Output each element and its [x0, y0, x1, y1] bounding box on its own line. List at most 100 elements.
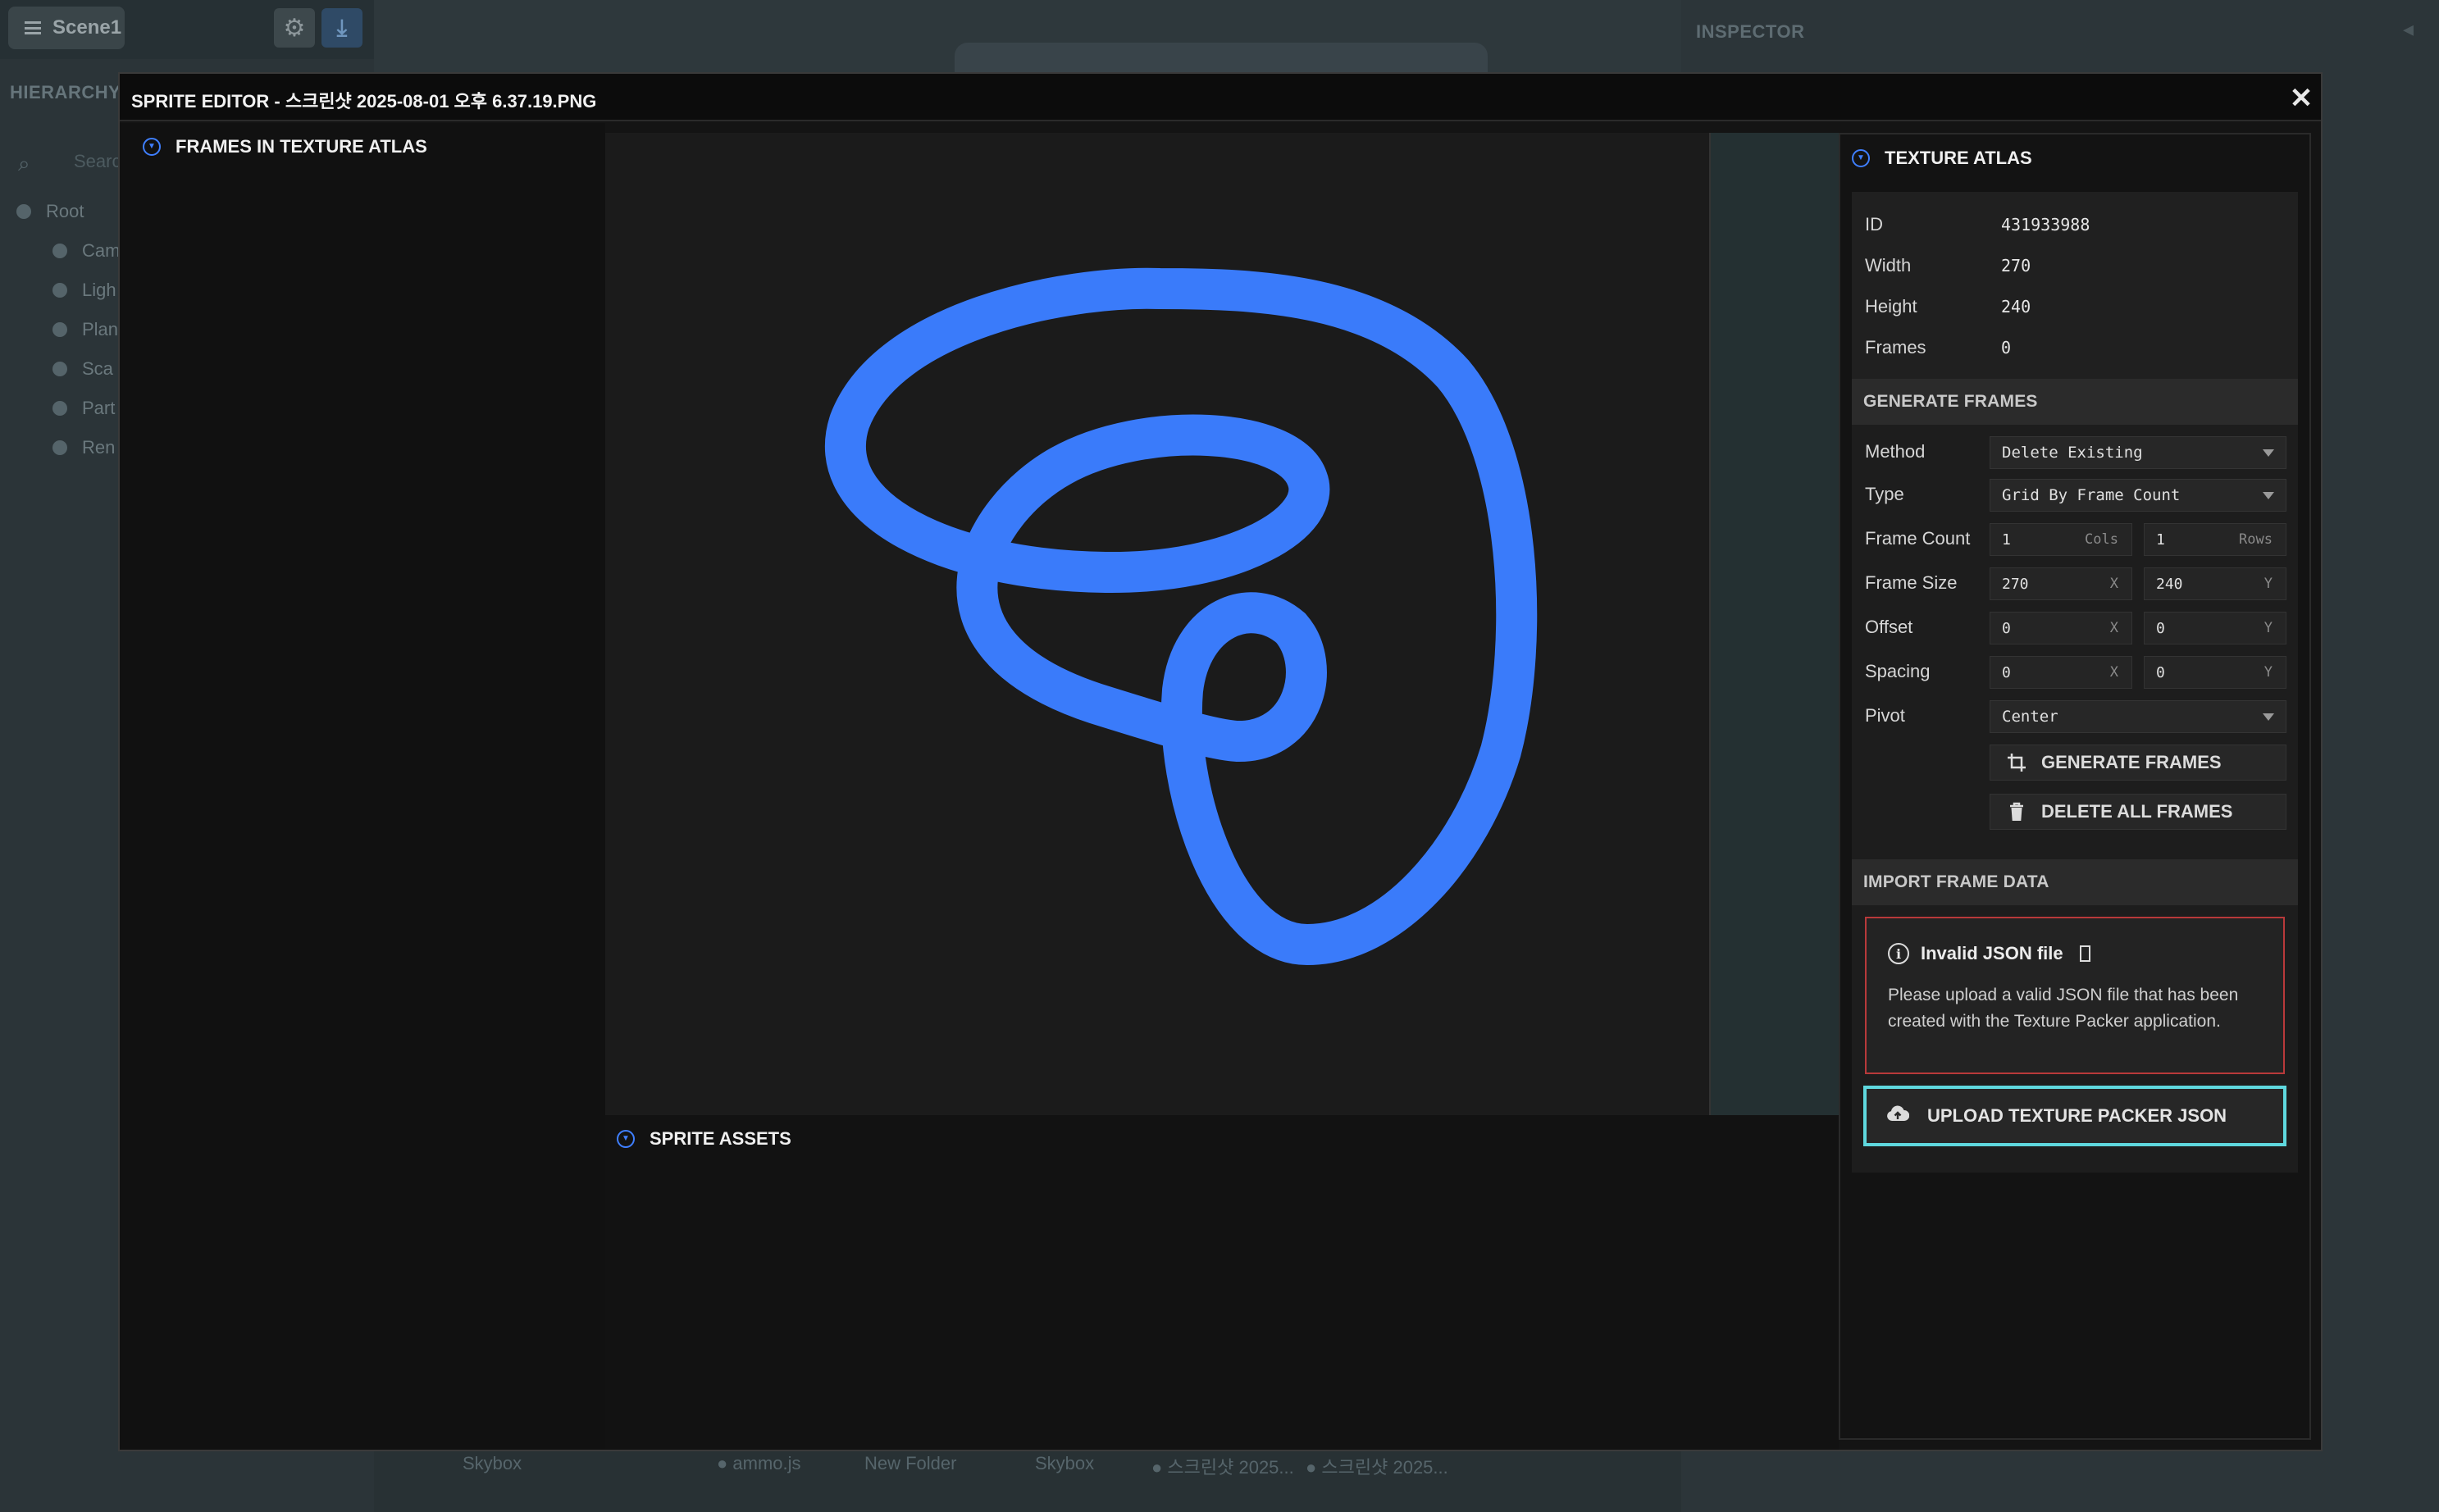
hierarchy-item-root[interactable]: Root [16, 192, 131, 231]
offset-y-input[interactable]: 0 Y [2144, 612, 2286, 644]
error-message: Please upload a valid JSON file that has… [1888, 986, 2239, 1031]
asset-item-skybox-folder[interactable]: Skybox [463, 1453, 522, 1474]
settings-gear-icon[interactable]: ⚙ [274, 8, 315, 48]
error-message-box: i Invalid JSON file Please upload a vali… [1865, 917, 2285, 1074]
frame-size-label: Frame Size [1865, 572, 1958, 593]
scene-button[interactable]: Scene1 [8, 7, 125, 49]
info-icon: i [1888, 943, 1909, 964]
asset-item[interactable]: Skybox [1035, 1453, 1094, 1474]
offset-x-input[interactable]: 0 X [1990, 612, 2132, 644]
search-icon[interactable]: ⌕ [18, 151, 43, 175]
spacing-y-value: 0 [2156, 663, 2165, 681]
error-title: i Invalid JSON file [1888, 943, 2090, 964]
offset-label: Offset [1865, 617, 1913, 637]
frame-size-x-value: 270 [2002, 575, 2029, 593]
type-value: Grid By Frame Count [2002, 486, 2181, 504]
sprite-canvas[interactable] [605, 133, 1711, 1115]
hierarchy-item[interactable]: Part [16, 389, 131, 428]
generate-frames-button[interactable]: GENERATE FRAMES [1990, 745, 2286, 781]
spacing-y-input[interactable]: 0 Y [2144, 656, 2286, 689]
y-suffix: Y [2263, 664, 2273, 681]
caret-down-icon [2263, 449, 2274, 457]
height-value: 240 [2001, 297, 2031, 317]
particle-icon [52, 401, 67, 416]
hierarchy-item[interactable]: Plan [16, 310, 131, 349]
rows-suffix: Rows [2239, 531, 2273, 548]
sprite-assets-panel: ▼ SPRITE ASSETS [605, 1115, 1839, 1450]
info-row-height: Height 240 [1865, 290, 2291, 323]
spacing-x-input[interactable]: 0 X [1990, 656, 2132, 689]
hierarchy-item[interactable]: Ligh [16, 271, 131, 310]
asset-item[interactable]: New Folder [864, 1453, 956, 1474]
canvas-side-margin [1709, 133, 1839, 1115]
hierarchy-item[interactable]: Sca [16, 349, 131, 389]
pivot-select[interactable]: Center [1990, 700, 2286, 733]
upload-texture-packer-json-button[interactable]: UPLOAD TEXTURE PACKER JSON [1863, 1086, 2286, 1146]
sprite-assets-header[interactable]: ▼ SPRITE ASSETS [617, 1128, 791, 1150]
hierarchy-item[interactable]: Ren [16, 428, 131, 467]
frame-count-label: Frame Count [1865, 528, 1971, 549]
info-label: ID [1865, 214, 1883, 235]
cols-suffix: Cols [2085, 531, 2118, 548]
light-icon [52, 283, 67, 298]
frame-size-x-input[interactable]: 270 X [1990, 567, 2132, 600]
asset-item[interactable]: ● ammo.js [717, 1453, 801, 1474]
offset-x-value: 0 [2002, 619, 2011, 637]
method-select[interactable]: Delete Existing [1990, 436, 2286, 469]
scene-button-label: Scene1 [52, 16, 122, 39]
frame-size-y-input[interactable]: 240 Y [2144, 567, 2286, 600]
download-icon[interactable]: ⤓ [321, 8, 362, 48]
y-suffix: Y [2263, 620, 2273, 636]
sprite-editor-modal: SPRITE EDITOR - 스크린샷 2025-08-01 오후 6.37.… [118, 72, 2323, 1451]
texture-atlas-title: TEXTURE ATLAS [1885, 148, 2032, 168]
modal-title: SPRITE EDITOR - 스크린샷 2025-08-01 오후 6.37.… [131, 91, 597, 112]
width-value: 270 [2001, 256, 2031, 276]
sprite-image [824, 267, 1538, 965]
import-frame-data-section: i Invalid JSON file Please upload a vali… [1852, 905, 2298, 1173]
method-value: Delete Existing [2002, 444, 2143, 462]
error-title-text: Invalid JSON file [1921, 943, 2063, 963]
asset-item[interactable]: ● 스크린샷 2025... [1306, 1453, 1448, 1479]
collapse-icon[interactable]: ◂ [2403, 16, 2414, 42]
info-row-id: ID 431933988 [1865, 208, 2291, 241]
type-label: Type [1865, 484, 1904, 504]
frames-panel-title: FRAMES IN TEXTURE ATLAS [176, 136, 427, 157]
hierarchy-title: HIERARCHY [10, 82, 121, 102]
upload-button-label: UPLOAD TEXTURE PACKER JSON [1927, 1105, 2227, 1126]
frames-panel-header[interactable]: ▼ FRAMES IN TEXTURE ATLAS [143, 136, 427, 157]
list-icon [25, 21, 41, 34]
rows-value: 1 [2156, 531, 2165, 549]
rows-input[interactable]: 1 Rows [2144, 523, 2286, 556]
id-value: 431933988 [2001, 215, 2090, 235]
trash-icon [2007, 802, 2026, 822]
caret-down-icon [2263, 713, 2274, 721]
asset-item[interactable]: ● 스크린샷 2025... [1151, 1453, 1294, 1479]
hierarchy-item[interactable]: Cam [16, 231, 131, 271]
pivot-label: Pivot [1865, 705, 1905, 726]
copy-icon[interactable] [2079, 945, 2090, 962]
caret-down-icon [2263, 492, 2274, 499]
close-icon[interactable]: ✕ [2285, 82, 2318, 115]
type-select[interactable]: Grid By Frame Count [1990, 479, 2286, 512]
info-row-frames: Frames 0 [1865, 331, 2291, 364]
method-label: Method [1865, 441, 1926, 462]
info-label: Height [1865, 296, 1917, 317]
sprite-stroke [824, 267, 1538, 965]
offset-y-value: 0 [2156, 619, 2165, 637]
import-frame-data-heading: IMPORT FRAME DATA [1852, 859, 2298, 905]
chevron-down-icon: ▼ [617, 1130, 635, 1148]
atlas-info: ID 431933988 Width 270 Height 240 Frames… [1852, 192, 2298, 379]
info-label: Frames [1865, 337, 1926, 358]
frames-panel: ▼ FRAMES IN TEXTURE ATLAS [120, 123, 605, 1450]
chevron-down-icon: ▼ [143, 138, 161, 156]
spacing-label: Spacing [1865, 661, 1931, 681]
cols-input[interactable]: 1 Cols [1990, 523, 2132, 556]
generate-frames-label: GENERATE FRAMES [2041, 752, 2222, 772]
cloud-upload-icon [1886, 1104, 1910, 1127]
texture-atlas-header[interactable]: ▼ TEXTURE ATLAS [1852, 148, 2032, 169]
plane-icon [52, 322, 67, 337]
frames-value: 0 [2001, 338, 2012, 358]
delete-all-frames-label: DELETE ALL FRAMES [2041, 801, 2233, 822]
hierarchy-list: Root Cam Ligh Plan Sca Part Ren [16, 192, 131, 467]
delete-all-frames-button[interactable]: DELETE ALL FRAMES [1990, 794, 2286, 830]
